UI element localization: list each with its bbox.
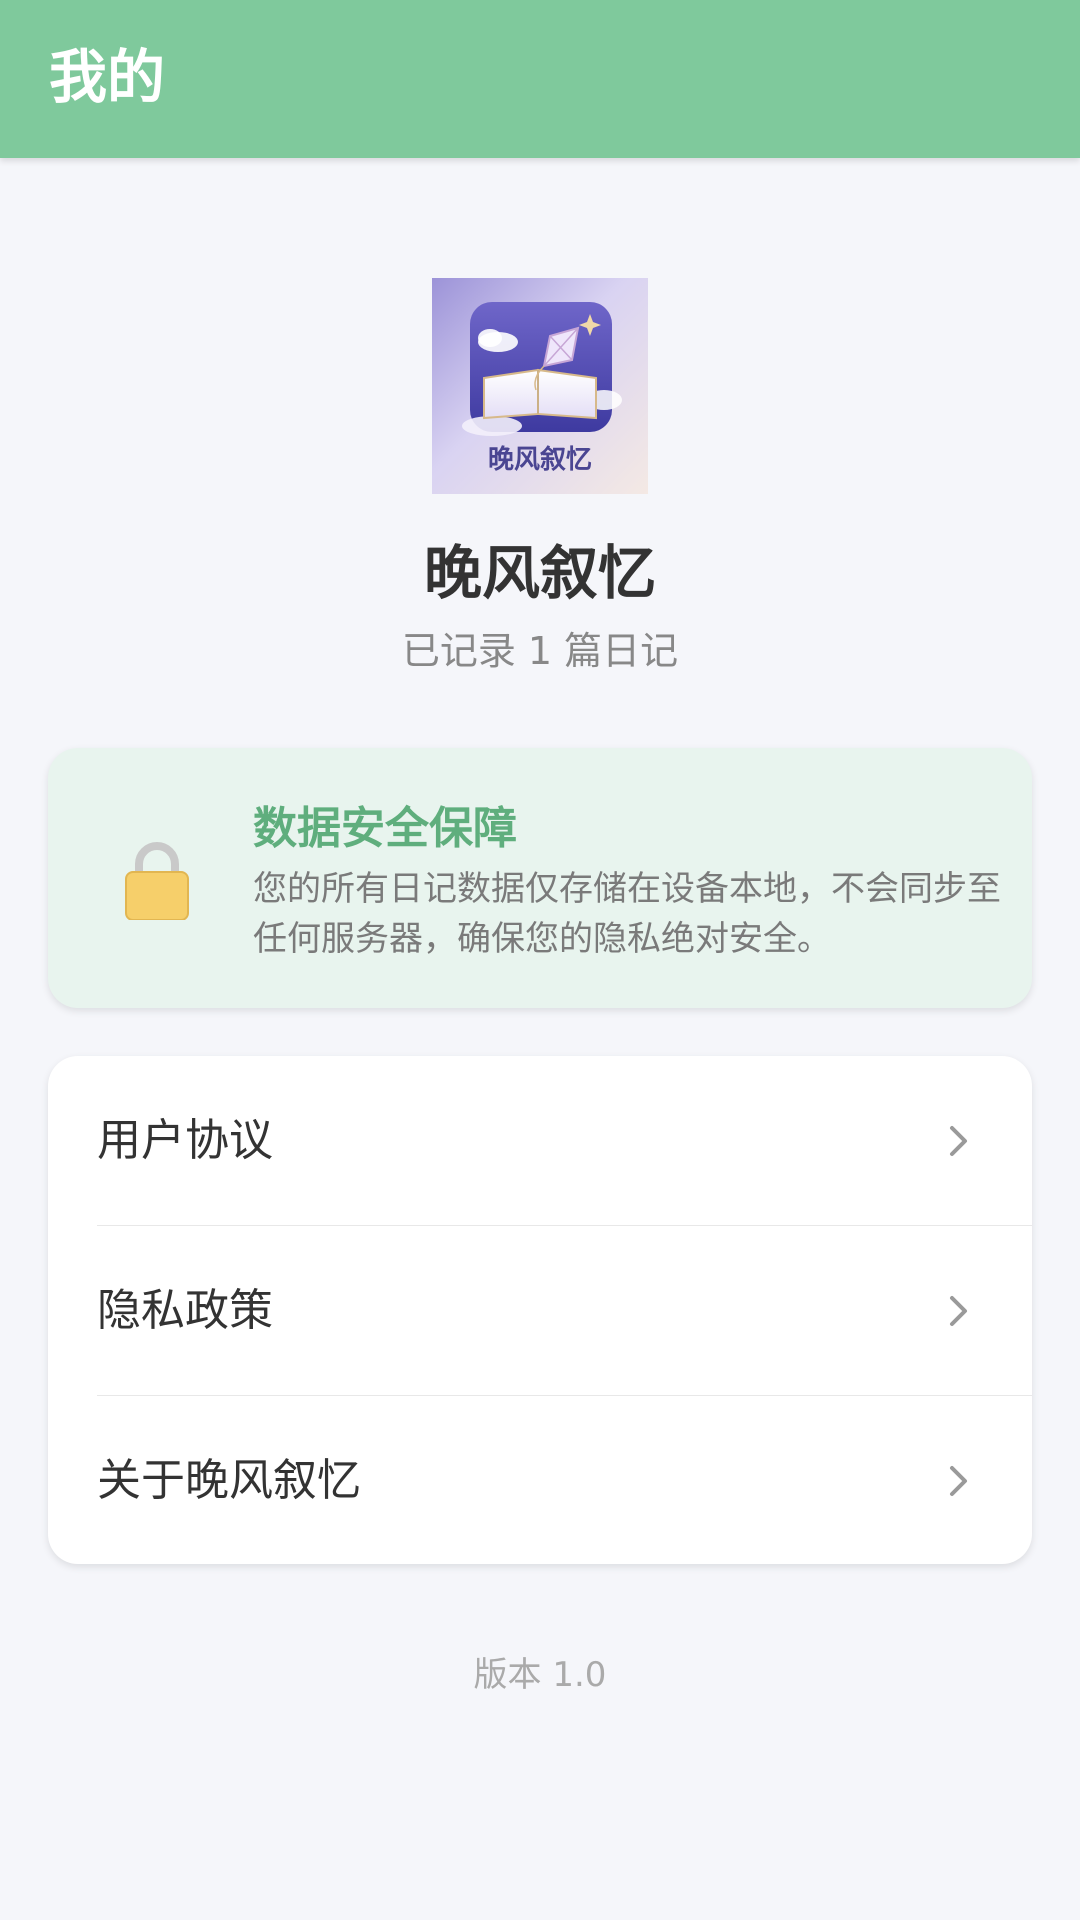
menu-item-label: 隐私政策: [97, 1284, 273, 1336]
menu-item-about[interactable]: 关于晚风叙忆: [48, 1396, 1032, 1564]
lock-icon: [124, 840, 190, 921]
security-card: 数据安全保障 您的所有日记数据仅存储在设备本地，不会同步至任何服务器，确保您的隐…: [48, 748, 1032, 1008]
menu-item-label: 关于晚风叙忆: [97, 1454, 361, 1506]
menu-item-user-agreement[interactable]: 用户协议: [48, 1056, 1032, 1225]
security-title: 数据安全保障: [253, 803, 517, 854]
chevron-right-icon: [948, 1464, 970, 1498]
logo-text: 晚风叙忆: [488, 445, 592, 475]
chevron-right-icon: [948, 1124, 970, 1158]
menu-item-label: 用户协议: [97, 1114, 273, 1166]
version-text: 版本 1.0: [473, 1655, 607, 1695]
security-description: 您的所有日记数据仅存储在设备本地，不会同步至任何服务器，确保您的隐私绝对安全。: [253, 869, 1001, 959]
page-title: 我的: [49, 43, 166, 111]
menu-item-privacy-policy[interactable]: 隐私政策: [48, 1226, 1032, 1395]
menu-card: 用户协议 隐私政策 关于晚风叙忆: [48, 1056, 1032, 1564]
diary-count: 已记录 1 篇日记: [401, 629, 679, 673]
app-name: 晚风叙忆: [423, 539, 656, 607]
chevron-right-icon: [948, 1294, 970, 1328]
app-header: 我的: [0, 0, 1080, 158]
app-logo: 晚风叙忆: [432, 278, 648, 494]
